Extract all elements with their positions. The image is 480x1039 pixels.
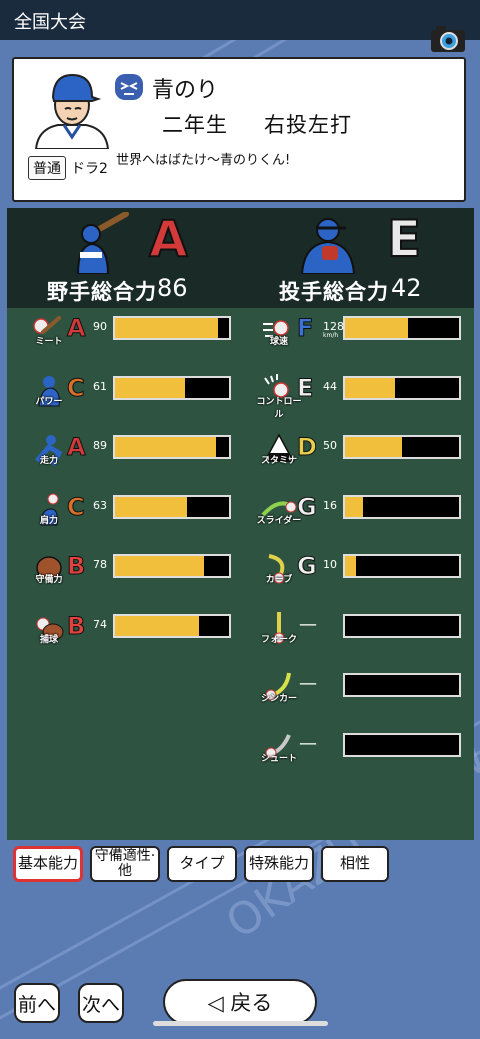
home-indicator <box>153 1021 328 1026</box>
stat-row: シュート — <box>259 727 469 767</box>
stat-value: 50 <box>323 439 337 452</box>
ability-board: A E 野手総合力 86 投手総合力 42 ミート A 90 パワー C 61 走力 A 89 肩… <box>7 208 474 840</box>
stat-value: — <box>299 732 317 754</box>
stat-bar <box>113 435 231 459</box>
pitcher-overall-label: 投手総合力 <box>279 280 389 304</box>
stat-value: 63 <box>93 498 107 512</box>
prev-button[interactable]: 前へ <box>14 983 60 1023</box>
player-grade: 二年生 <box>162 113 228 137</box>
stat-grade: A <box>67 314 87 343</box>
stat-grade: C <box>67 373 86 402</box>
back-button[interactable]: ◁ 戻る <box>163 979 317 1025</box>
player-handedness: 右投左打 <box>264 113 352 137</box>
stat-row: スライダー G 16 <box>257 489 469 529</box>
stat-bar-fill <box>345 556 357 576</box>
stat-value: — <box>299 613 317 635</box>
stat-row: フォーク — <box>259 608 469 648</box>
stat-bar-fill <box>115 377 185 398</box>
tab-defense-aptitude[interactable]: 守備適性·他 <box>90 846 160 882</box>
pitcher-overall-value: 42 <box>391 274 422 302</box>
stat-bar-fill <box>115 318 218 338</box>
player-comment: 世界へはばたけ～青のりくん! <box>116 153 291 168</box>
draft-label: ドラ2 <box>71 161 108 177</box>
stat-row: 肩力 C 63 <box>29 489 239 529</box>
stat-bar-fill <box>345 377 396 398</box>
stat-grade: G <box>297 492 318 521</box>
pitcher-overall-rank: E <box>386 209 422 269</box>
stat-grade: E <box>296 373 314 402</box>
stat-row: コントロール E 44 <box>256 370 469 420</box>
stat-bar <box>113 316 231 340</box>
next-button[interactable]: 次へ <box>78 983 124 1023</box>
stat-row: 捕球 B 74 <box>29 608 239 648</box>
stat-row: 走力 A 89 <box>29 429 239 469</box>
stat-grade: B <box>66 611 86 640</box>
stat-bar <box>343 435 461 459</box>
stat-value: 61 <box>93 379 107 393</box>
mood-face-icon <box>115 74 143 100</box>
stat-grade: A <box>67 433 87 462</box>
player-name: 青のり <box>152 78 219 103</box>
stat-label: シンカー <box>260 694 297 704</box>
stat-bar <box>113 554 231 578</box>
stat-grade: C <box>67 492 86 521</box>
stat-bar <box>343 316 461 340</box>
tab-type[interactable]: タイプ <box>167 846 237 882</box>
player-portrait-icon <box>34 73 110 149</box>
stat-label: シュート <box>260 753 297 764</box>
fielder-overall-rank: A <box>148 209 189 269</box>
camera-icon[interactable] <box>430 24 466 54</box>
stat-bar <box>343 673 461 697</box>
condition-badge: 普通 <box>28 156 66 180</box>
stat-row: スタミナ D 50 <box>259 429 469 469</box>
stat-row: シンカー — <box>259 667 469 707</box>
stat-value: 10 <box>323 558 337 571</box>
stat-unit: km/h <box>323 332 339 339</box>
stat-row: 球速 F 128 km/h <box>259 310 469 350</box>
stat-bar <box>343 375 461 400</box>
stat-row: カーブ G 10 <box>259 548 469 588</box>
stat-bar <box>113 613 231 638</box>
stat-grade: B <box>66 552 86 581</box>
stat-bar <box>343 732 461 757</box>
stat-row: ミート A 90 <box>29 310 239 350</box>
tab-compatibility[interactable]: 相性 <box>321 846 389 882</box>
stat-grade: G <box>297 552 318 581</box>
stat-bar-fill <box>115 556 204 576</box>
stat-value: 90 <box>93 320 107 333</box>
fielder-overall-label: 野手総合力 <box>47 280 157 304</box>
pitcher-icon <box>300 218 356 274</box>
overall-header: A E 野手総合力 86 投手総合力 42 <box>7 208 474 308</box>
stat-value: 44 <box>323 379 337 393</box>
player-card: 青のり 二年生 右投左打 普通 ドラ2 世界へはばたけ～青のりくん! <box>12 57 466 202</box>
stat-value: 89 <box>93 439 107 452</box>
stat-bar-fill <box>115 437 217 457</box>
top-bar: 全国大会 <box>0 0 480 40</box>
stat-value: — <box>299 673 317 694</box>
stat-bar <box>343 494 461 519</box>
tab-special-ability[interactable]: 特殊能力 <box>244 846 314 882</box>
stat-value: 16 <box>323 498 337 512</box>
page-title: 全国大会 <box>14 12 86 33</box>
stat-bar <box>343 613 461 638</box>
stat-label: フォーク <box>260 634 297 645</box>
stat-row: 守備力 B 78 <box>29 548 239 588</box>
stat-value: 78 <box>93 558 107 571</box>
stat-value: 74 <box>93 617 107 631</box>
stat-bar-fill <box>115 496 187 517</box>
stat-row: パワー C 61 <box>29 370 239 410</box>
stat-bar <box>113 375 231 400</box>
stat-bar-fill <box>345 318 408 338</box>
stat-bar-fill <box>345 496 364 517</box>
stat-grade: D <box>297 433 318 462</box>
batter-icon <box>76 212 129 274</box>
stat-bar-fill <box>115 615 200 636</box>
stat-bar-fill <box>345 437 402 457</box>
stat-grade: F <box>296 314 314 343</box>
fielder-overall-value: 86 <box>157 274 188 302</box>
stat-bar <box>113 494 231 519</box>
tab-basic-ability[interactable]: 基本能力 <box>13 846 83 882</box>
stat-bar <box>343 554 461 578</box>
